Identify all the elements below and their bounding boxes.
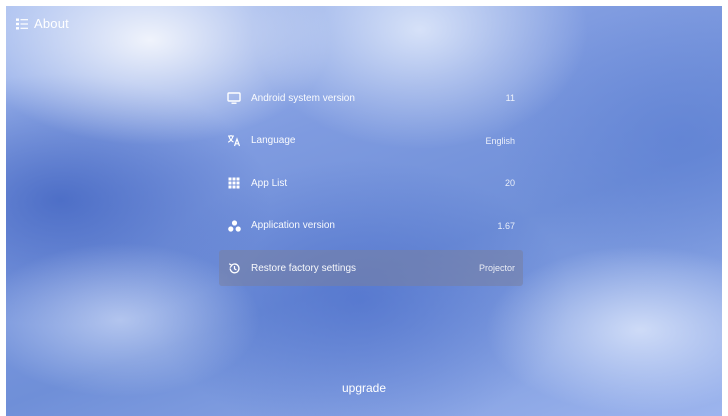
upgrade-button[interactable]: upgrade — [334, 378, 394, 398]
translate-icon — [227, 134, 241, 148]
settings-row-value: English — [485, 135, 515, 146]
settings-list: Android system version 11 Language Engli… — [219, 80, 523, 293]
page-header: About — [16, 16, 69, 31]
page-title: About — [34, 16, 69, 31]
settings-row-label: Android system version — [251, 92, 355, 104]
settings-row-label: Language — [251, 135, 296, 146]
settings-row-value: Projector — [478, 263, 515, 273]
settings-row-application-version[interactable]: Application version 1.67 — [219, 208, 523, 244]
settings-row-language[interactable]: Language English — [219, 123, 523, 159]
frame-edge-left — [0, 0, 6, 416]
settings-row-label: Application version — [251, 220, 335, 231]
nodes-icon — [227, 219, 241, 233]
settings-row-android-version[interactable]: Android system version 11 — [219, 80, 523, 116]
frame-edge-right — [722, 0, 728, 416]
grid-icon — [227, 176, 241, 190]
menu-list-icon[interactable] — [16, 18, 28, 30]
settings-row-app-list[interactable]: App List 20 — [219, 165, 523, 201]
settings-row-label: Restore factory settings — [251, 262, 357, 274]
frame-edge-top — [0, 0, 728, 6]
settings-row-value: 1.67 — [497, 220, 515, 231]
restore-icon — [227, 261, 241, 275]
settings-row-label: App List — [251, 177, 288, 189]
settings-row-value: 11 — [505, 93, 515, 103]
monitor-icon — [227, 91, 241, 105]
settings-row-restore-factory[interactable]: Restore factory settings Projector — [219, 250, 523, 286]
settings-row-value: 20 — [504, 178, 515, 188]
